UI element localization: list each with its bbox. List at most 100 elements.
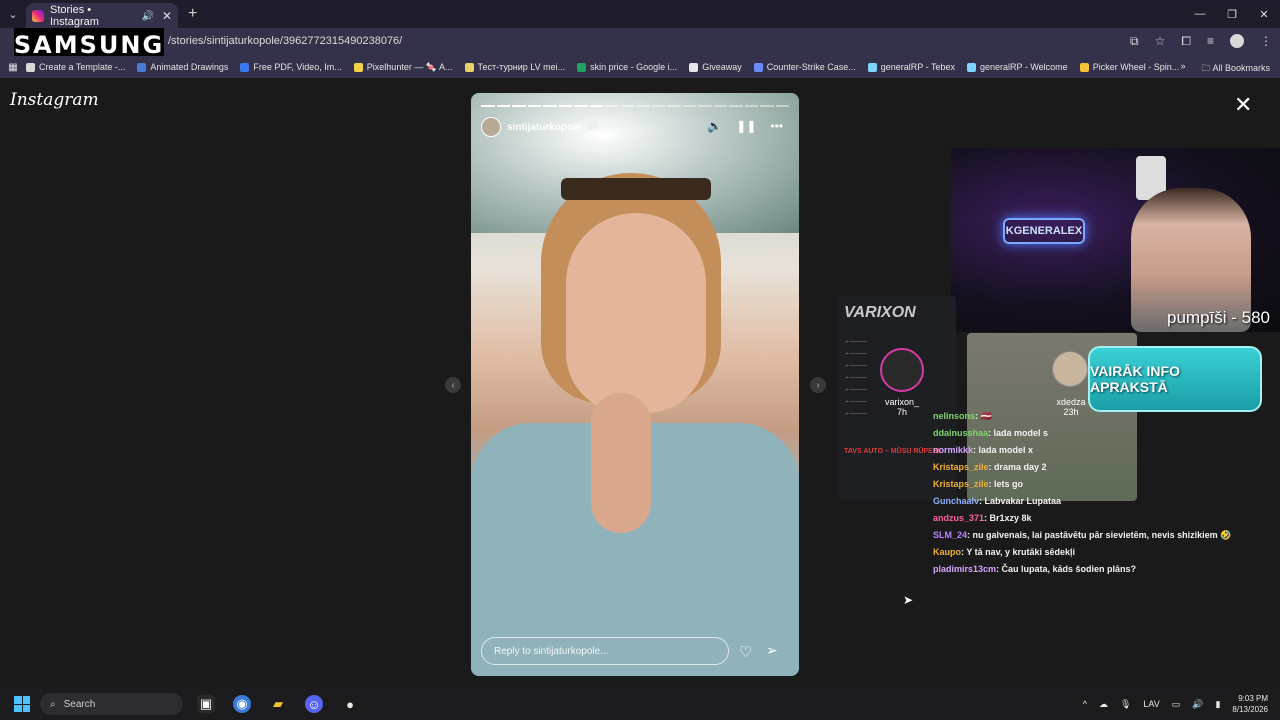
minimize-icon[interactable]: — [1184, 0, 1216, 28]
chat-username: Gunchaalv [933, 496, 980, 506]
xdedza-avatar[interactable] [1052, 351, 1088, 387]
progress-segment [543, 105, 557, 107]
close-window-icon[interactable]: ✕ [1248, 0, 1280, 28]
stream-chat: nelinsons: 🇱🇻 ddainusshaa: lada model s no… [933, 408, 1273, 578]
like-heart-icon[interactable]: ♡ [739, 643, 752, 661]
clock[interactable]: 9:03 PM 8/13/2026 [1232, 693, 1268, 715]
bookmark-label: skin price - Google i... [590, 62, 678, 72]
tab-stories-instagram[interactable]: Stories • Instagram 🔊 ✕ [26, 3, 178, 29]
media-icon[interactable]: ≡ [1207, 34, 1214, 49]
bookmark-label: Pixelhunter — 🍬 A... [366, 61, 453, 72]
bookmark-item[interactable]: generalRP - Tebex [867, 62, 955, 73]
send-icon[interactable]: ➢ [766, 642, 778, 659]
bookmark-item[interactable]: Picker Wheel - Spin... [1079, 62, 1179, 73]
pause-icon[interactable]: ❚❚ [736, 119, 756, 133]
network-icon[interactable]: ☁ [1099, 699, 1108, 710]
chrome-icon[interactable]: ◉ [233, 695, 251, 713]
progress-segment [713, 105, 727, 107]
progress-segment [729, 105, 743, 107]
progress-segment [558, 105, 572, 107]
search-icon: ⌕ [50, 698, 56, 710]
previous-story-arrow-icon[interactable]: ‹ [445, 377, 461, 393]
chat-text: : Y tā nav, y krutāki sēdekļi [961, 547, 1076, 557]
bookmark-favicon-icon [137, 62, 147, 72]
extensions-icon[interactable]: ⧠ [1181, 34, 1191, 49]
story-photo-face [566, 213, 706, 413]
profile-avatar[interactable] [1230, 34, 1244, 48]
bookmark-item[interactable]: Тест-турнир LV mei... [464, 62, 566, 73]
bookmark-item[interactable]: Giveaway [689, 62, 742, 73]
bookmark-item[interactable]: Animated Drawings [137, 62, 228, 73]
chat-username: pladimirs13cm [933, 564, 997, 574]
progress-segment [651, 105, 665, 107]
cast-icon[interactable]: ⧉ [1130, 34, 1139, 49]
windows-start-icon[interactable] [14, 696, 30, 712]
tab-search-menu-icon[interactable]: ⌄ [0, 0, 26, 28]
bookmark-star-icon[interactable]: ☆ [1155, 34, 1166, 49]
chat-text: : lada model s [988, 428, 1049, 438]
tray-chevron-icon[interactable]: ^ [1083, 699, 1087, 709]
bookmark-favicon-icon [577, 62, 587, 72]
bookmark-item[interactable]: Create a Template -... [26, 62, 125, 73]
display-icon[interactable]: ▭ [1172, 699, 1181, 710]
chat-username: SLM_24 [933, 530, 968, 540]
battery-icon[interactable]: ▮ [1215, 699, 1220, 710]
task-view-icon[interactable]: ▣ [197, 695, 215, 713]
menu-kebab-icon[interactable]: ⋮ [1260, 34, 1272, 49]
reply-input[interactable]: Reply to sintijaturkopole... [481, 637, 729, 665]
bookmark-favicon-icon [867, 62, 877, 72]
all-bookmarks-button[interactable]: 🗀 All Bookmarks [1201, 61, 1270, 77]
taskbar-search[interactable]: ⌕ Search [40, 693, 183, 715]
microphone-icon[interactable]: 🎙 [1120, 699, 1131, 710]
volume-icon[interactable]: 🔊 [1192, 699, 1203, 710]
bookmark-favicon-icon [753, 62, 763, 72]
bookmark-label: Counter-Strike Case... [766, 62, 856, 72]
bookmark-item[interactable]: Pixelhunter — 🍬 A... [353, 61, 453, 73]
bookmarks-right: » 🗀 All Bookmarks [1180, 61, 1270, 77]
bookmark-item[interactable]: generalRP - Welcome [966, 62, 1068, 73]
progress-segment [620, 105, 634, 107]
bookmark-item[interactable]: skin price - Google i... [577, 62, 677, 73]
new-tab-button[interactable]: + [188, 5, 197, 23]
restore-icon[interactable]: ❐ [1216, 0, 1248, 28]
chat-text: : lada model x [973, 445, 1034, 455]
pumpisi-counter: pumpīši - 580 [1167, 308, 1270, 327]
close-story-icon[interactable]: ✕ [1234, 92, 1252, 118]
preview-user-varixon: varixon_ 7h [872, 397, 932, 417]
all-bookmarks-label: All Bookmarks [1212, 63, 1270, 73]
chat-message: Kristaps_zile: drama day 2 [933, 459, 1273, 476]
progress-segment [760, 105, 774, 107]
streamer-webcam: KGENERALEX pumpīši - 580 [951, 148, 1280, 332]
steam-icon[interactable]: ● [341, 695, 359, 713]
language-indicator[interactable]: LAV [1143, 699, 1159, 709]
window-controls: — ❐ ✕ [1184, 0, 1280, 28]
progress-segment [744, 105, 758, 107]
close-tab-icon[interactable]: ✕ [162, 9, 172, 23]
story-username[interactable]: sintijaturkopole [507, 122, 581, 133]
speaker-icon[interactable]: 🔊 [141, 11, 153, 22]
search-label: Search [63, 698, 96, 710]
chat-message: nelinsons: 🇱🇻 [933, 408, 1273, 425]
bookmark-item[interactable]: Counter-Strike Case... [753, 62, 856, 73]
next-story-arrow-icon[interactable]: › [810, 377, 826, 393]
story-viewer[interactable]: sintijaturkopole 6h 🔈 ❚❚ ••• Reply to si… [471, 93, 799, 676]
more-options-icon[interactable]: ••• [770, 119, 783, 133]
apps-grid-icon[interactable]: ▦ [0, 62, 26, 73]
mute-icon[interactable]: 🔈 [707, 119, 722, 133]
preview-tagline: TAVS AUTO – MŪSU RŪPES! [844, 448, 940, 455]
progress-segment [698, 105, 712, 107]
browser-tab-bar: ⌄ Stories • Instagram 🔊 ✕ + — ❐ ✕ [0, 0, 1280, 29]
discord-icon[interactable]: ☺ [305, 695, 323, 713]
url-field[interactable]: /stories/sintijaturkopole/39627723154902… [168, 35, 402, 47]
instagram-logo[interactable]: Instagram [10, 90, 99, 110]
bookmark-label: Тест-турнир LV mei... [477, 62, 566, 72]
bookmark-label: Create a Template -... [39, 62, 126, 72]
bookmark-favicon-icon [353, 62, 363, 72]
varixon-avatar[interactable] [880, 348, 924, 392]
file-explorer-icon[interactable]: ▰ [269, 695, 287, 713]
chat-username: Kristaps_zile [933, 462, 989, 472]
more-bookmarks-icon[interactable]: » [1180, 61, 1185, 77]
bookmark-item[interactable]: Free PDF, Video, Im... [240, 62, 342, 73]
chat-username: normikkk [933, 445, 974, 455]
story-user-avatar[interactable] [481, 117, 501, 137]
